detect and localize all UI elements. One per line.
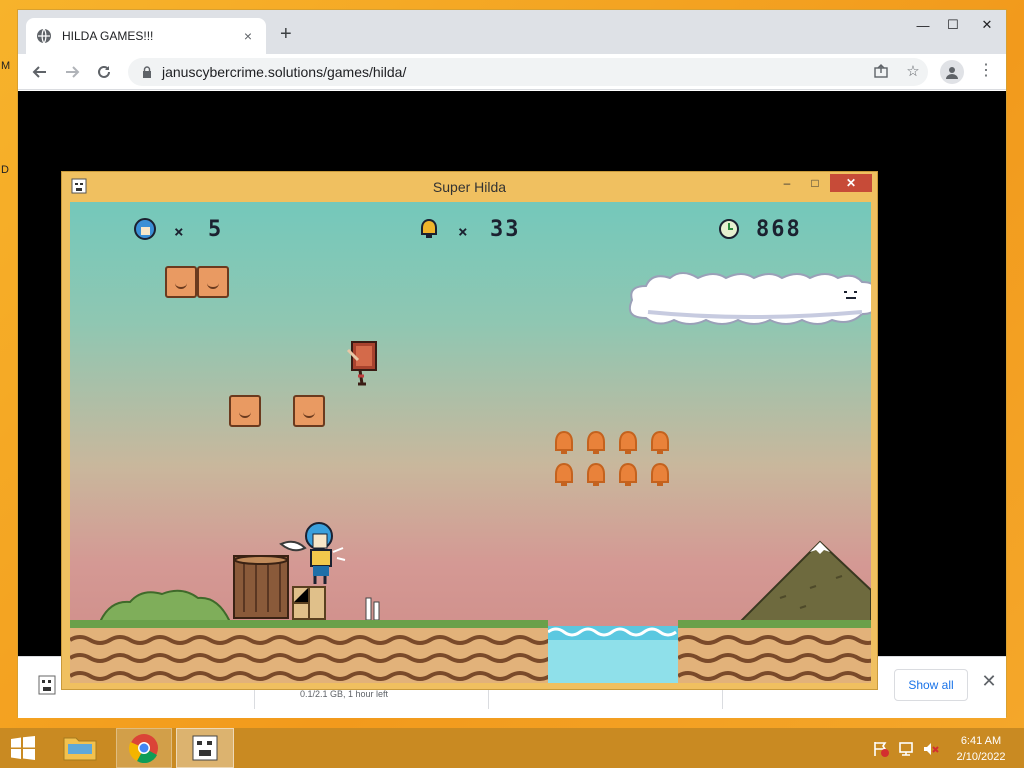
person-icon: [946, 67, 958, 79]
hilda-file-icon: [38, 675, 56, 695]
bell-collectible: [619, 462, 637, 486]
question-block: [165, 266, 197, 298]
game-window: Super Hilda – □ ✕ × 5 × 33 868: [61, 171, 878, 690]
lock-icon: [143, 66, 151, 78]
desktop-letter-m: M: [1, 60, 11, 72]
bell-collectible: [555, 430, 573, 454]
bell-collectible: [619, 430, 637, 454]
ground-left: [70, 620, 548, 683]
divider: [254, 687, 255, 709]
star-icon: ☆: [906, 63, 920, 80]
tab-close-icon[interactable]: ×: [240, 28, 256, 44]
windows-logo-icon: [11, 736, 35, 760]
download-status: 0.1/2.1 GB, 1 hour left: [300, 689, 389, 699]
hilda-player: [279, 522, 346, 584]
bell-hud-icon: [421, 218, 437, 238]
timer: 868: [756, 217, 802, 242]
clock-time: 6:41 AM: [960, 735, 1002, 747]
volume-muted-icon[interactable]: [922, 740, 940, 758]
clock-icon: [719, 219, 739, 239]
new-tab-button[interactable]: +: [280, 24, 292, 44]
maximize-button[interactable]: ☐: [938, 10, 968, 40]
arrow-right-icon: [66, 66, 80, 78]
water-pit: [547, 626, 678, 683]
network-icon[interactable]: [898, 740, 916, 758]
address-bar[interactable]: januscybercrime.solutions/games/hilda/: [128, 58, 928, 86]
taskbar: 6:41 AM 2/10/2022: [0, 728, 1024, 768]
bush: [100, 589, 230, 622]
game-titlebar[interactable]: Super Hilda – □ ✕: [62, 172, 877, 201]
close-window-button[interactable]: ✕: [966, 10, 1008, 40]
tab-title: HILDA GAMES!!!: [62, 29, 154, 43]
desktop-letter-d: D: [1, 164, 9, 176]
fence-post: [365, 597, 380, 621]
clock[interactable]: 6:41 AM 2/10/2022: [950, 733, 1012, 765]
bells-count: 33: [490, 217, 521, 242]
question-block: [293, 395, 325, 427]
bell-collectible: [651, 430, 669, 454]
folder-icon: [63, 737, 97, 761]
bell-collectible: [587, 462, 605, 486]
reload-icon: [98, 65, 110, 78]
kebab-menu-icon: ⋮: [978, 62, 994, 79]
water-waves: [547, 626, 678, 640]
url-text: januscybercrime.solutions/games/hilda/: [162, 64, 407, 80]
lives-times-sign: ×: [174, 222, 184, 241]
bell-collectible: [555, 462, 573, 486]
share-button[interactable]: [870, 60, 892, 82]
bell-collectible: [587, 430, 605, 454]
question-block: [197, 266, 229, 298]
globe-icon: [37, 28, 51, 44]
ground-right: [678, 620, 871, 683]
profile-avatar[interactable]: [940, 60, 964, 84]
flying-book-enemy: [346, 341, 377, 386]
forward-button[interactable]: [60, 60, 84, 84]
tab-hilda-games[interactable]: HILDA GAMES!!! ×: [26, 18, 266, 54]
question-block: [229, 395, 261, 427]
game-title: Super Hilda: [432, 179, 507, 195]
arrow-left-icon: [32, 66, 46, 78]
taskbar-super-hilda[interactable]: [176, 728, 234, 768]
game-close-button[interactable]: ✕: [830, 174, 872, 192]
action-center-icon[interactable]: [872, 740, 890, 758]
tab-strip: HILDA GAMES!!! × + — ☐ ✕: [18, 10, 1006, 54]
game-canvas[interactable]: × 5 × 33 868: [70, 202, 871, 683]
browser-toolbar: januscybercrime.solutions/games/hilda/ ☆…: [18, 54, 1006, 90]
bells-times-sign: ×: [458, 222, 468, 241]
start-button[interactable]: [10, 736, 36, 760]
share-icon: [874, 64, 888, 78]
mountain: [740, 540, 871, 622]
minimize-button[interactable]: —: [908, 10, 938, 40]
taskbar-file-explorer[interactable]: [62, 732, 102, 766]
close-shelf-button[interactable]: ✕: [978, 671, 1000, 692]
bookmark-button[interactable]: ☆: [902, 60, 924, 82]
hilda-game-icon: [192, 735, 218, 761]
show-all-button[interactable]: Show all: [894, 669, 968, 701]
game-maximize-button[interactable]: □: [802, 174, 828, 192]
game-minimize-button[interactable]: –: [774, 174, 800, 192]
back-button[interactable]: [28, 60, 52, 84]
taskbar-chrome[interactable]: [116, 728, 172, 768]
cloud: [628, 272, 871, 325]
clock-date: 2/10/2022: [956, 751, 1006, 763]
stone-block: [292, 586, 326, 620]
divider: [488, 687, 489, 709]
bell-collectible: [651, 462, 669, 486]
divider: [722, 687, 723, 709]
chrome-icon: [129, 734, 158, 763]
reload-button[interactable]: [92, 60, 116, 84]
hilda-head-icon: [134, 218, 156, 240]
lives-count: 5: [208, 217, 224, 242]
menu-button[interactable]: ⋮: [976, 60, 996, 80]
